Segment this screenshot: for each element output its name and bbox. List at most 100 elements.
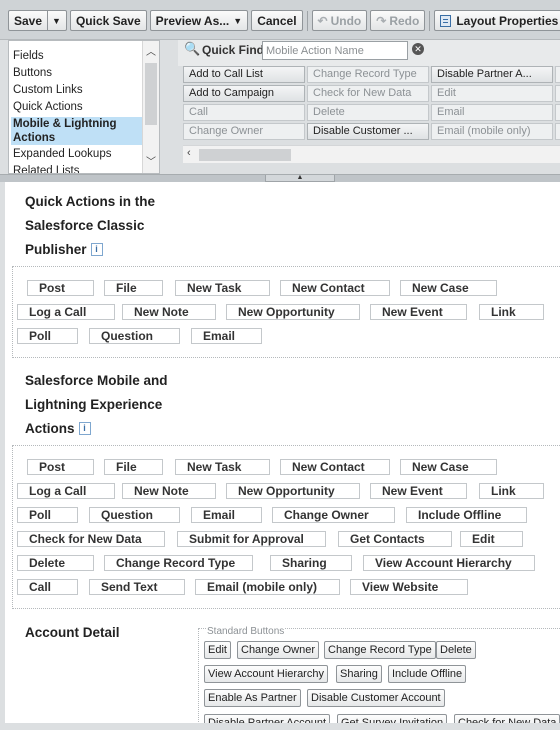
category-quick-actions[interactable]: Quick Actions: [13, 100, 83, 114]
title-line-with-info: Publisher i: [25, 238, 185, 262]
delete-button[interactable]: Delete: [436, 641, 476, 659]
palette-item[interactable]: Change Record Type: [307, 66, 429, 83]
palette-item[interactable]: Edit: [431, 85, 553, 102]
chevron-up-icon[interactable]: ︿: [146, 43, 156, 58]
category-related-lists[interactable]: Related Lists: [13, 164, 79, 173]
palette-item-partial[interactable]: [555, 104, 560, 121]
collapse-palette-handle[interactable]: ▲: [265, 174, 335, 182]
enable-as-partner-button[interactable]: Enable As Partner: [204, 689, 301, 707]
lightning-action[interactable]: View Account Hierarchy: [363, 555, 535, 571]
chevron-down-icon[interactable]: ▼: [47, 11, 61, 30]
publisher-action[interactable]: New Note: [122, 304, 216, 320]
lightning-action[interactable]: View Website: [350, 579, 468, 595]
palette-item[interactable]: Email: [431, 104, 553, 121]
change-record-type-button[interactable]: Change Record Type: [324, 641, 436, 659]
publisher-action[interactable]: New Case: [400, 280, 497, 296]
palette-item-partial[interactable]: [555, 85, 560, 102]
view-account-hierarchy-button[interactable]: View Account Hierarchy: [204, 665, 328, 683]
publisher-action[interactable]: New Event: [370, 304, 467, 320]
palette-item[interactable]: Call: [183, 104, 305, 121]
publisher-action[interactable]: New Contact: [280, 280, 390, 296]
sharing-button[interactable]: Sharing: [336, 665, 382, 683]
category-fields[interactable]: Fields: [13, 49, 44, 63]
publisher-action[interactable]: Log a Call: [17, 304, 115, 320]
account-detail-title: Account Detail: [25, 625, 120, 640]
preview-as-label: Preview As...: [155, 13, 230, 28]
lightning-action[interactable]: Change Record Type: [104, 555, 253, 571]
lightning-actions-title: Salesforce Mobile and Lightning Experien…: [25, 369, 185, 441]
palette-item-partial[interactable]: [555, 123, 560, 140]
lightning-action[interactable]: Change Owner: [272, 507, 395, 523]
redo-label: Redo: [389, 13, 420, 28]
scroll-thumb[interactable]: [199, 149, 291, 161]
publisher-action[interactable]: Post: [27, 280, 94, 296]
include-offline-button[interactable]: Include Offline: [388, 665, 467, 683]
palette-item[interactable]: Disable Customer ...: [307, 123, 429, 140]
disable-customer-account-button[interactable]: Disable Customer Account: [307, 689, 445, 707]
info-icon[interactable]: i: [90, 243, 103, 256]
lightning-action[interactable]: Send Text: [89, 579, 185, 595]
lightning-action[interactable]: Email: [191, 507, 262, 523]
palette-resize-splitter[interactable]: ▲: [0, 174, 560, 182]
palette-item[interactable]: Change Owner: [183, 123, 305, 140]
palette-item[interactable]: Email (mobile only): [431, 123, 553, 140]
lightning-action[interactable]: New Opportunity: [226, 483, 360, 499]
lightning-action[interactable]: Question: [89, 507, 180, 523]
change-owner-button[interactable]: Change Owner: [237, 641, 319, 659]
publisher-action[interactable]: New Opportunity: [226, 304, 360, 320]
layout-properties-button[interactable]: Layout Properties: [434, 10, 560, 31]
lightning-action[interactable]: Delete: [17, 555, 94, 571]
palette-horizontal-scrollbar[interactable]: ‹: [183, 145, 560, 163]
lightning-action[interactable]: New Note: [122, 483, 216, 499]
info-icon[interactable]: i: [78, 422, 91, 435]
lightning-action[interactable]: Submit for Approval: [177, 531, 326, 547]
chevron-down-icon[interactable]: ﹀: [146, 153, 156, 168]
lightning-action[interactable]: Get Contacts: [338, 531, 452, 547]
lightning-action[interactable]: New Case: [400, 459, 497, 475]
publisher-action[interactable]: Link: [479, 304, 544, 320]
clear-icon[interactable]: ✕: [412, 43, 424, 55]
palette-item[interactable]: Disable Partner A...: [431, 66, 553, 83]
palette-item[interactable]: Check for New Data: [307, 85, 429, 102]
publisher-action[interactable]: File: [104, 280, 163, 296]
lightning-action[interactable]: Include Offline: [406, 507, 527, 523]
lightning-action[interactable]: Poll: [17, 507, 78, 523]
category-scrollbar[interactable]: ︿ ﹀: [142, 41, 159, 173]
lightning-action[interactable]: Call: [17, 579, 78, 595]
publisher-action[interactable]: Poll: [17, 328, 78, 344]
scroll-thumb[interactable]: [145, 63, 157, 125]
lightning-action[interactable]: Link: [479, 483, 544, 499]
redo-button[interactable]: ↷ Redo: [370, 10, 426, 31]
publisher-action[interactable]: Email: [191, 328, 262, 344]
quick-save-button[interactable]: Quick Save: [69, 10, 147, 31]
category-buttons[interactable]: Buttons: [13, 66, 52, 80]
lightning-action[interactable]: Post: [27, 459, 94, 475]
lightning-action[interactable]: Email (mobile only): [195, 579, 340, 595]
lightning-action[interactable]: File: [104, 459, 163, 475]
lightning-action[interactable]: New Contact: [280, 459, 390, 475]
palette-item[interactable]: Delete: [307, 104, 429, 121]
category-custom-links[interactable]: Custom Links: [13, 83, 83, 97]
preview-as-button[interactable]: Preview As... ▼: [149, 10, 249, 31]
save-button[interactable]: Save ▼: [8, 10, 67, 31]
lightning-action[interactable]: Check for New Data: [17, 531, 165, 547]
lightning-action[interactable]: Edit: [460, 531, 523, 547]
quick-find-input[interactable]: [262, 41, 408, 60]
category-mobile-lightning-actions[interactable]: Mobile & Lightning Actions: [11, 117, 149, 145]
publisher-action[interactable]: New Task: [175, 280, 270, 296]
palette-item[interactable]: Add to Campaign: [183, 85, 305, 102]
quick-find-label: Quick Find: [202, 43, 265, 57]
palette-item[interactable]: Add to Call List: [183, 66, 305, 83]
lightning-action[interactable]: New Task: [175, 459, 270, 475]
edit-button[interactable]: Edit: [204, 641, 231, 659]
lightning-action[interactable]: Log a Call: [17, 483, 115, 499]
title-line: Publisher: [25, 242, 87, 257]
lightning-action[interactable]: Sharing: [270, 555, 352, 571]
undo-button[interactable]: ↶ Undo: [311, 10, 368, 31]
chevron-left-icon[interactable]: ‹: [187, 147, 191, 159]
palette-item-partial[interactable]: [555, 66, 560, 83]
cancel-button[interactable]: Cancel: [251, 10, 303, 31]
category-expanded-lookups[interactable]: Expanded Lookups: [13, 147, 111, 161]
lightning-action[interactable]: New Event: [370, 483, 467, 499]
publisher-action[interactable]: Question: [89, 328, 180, 344]
